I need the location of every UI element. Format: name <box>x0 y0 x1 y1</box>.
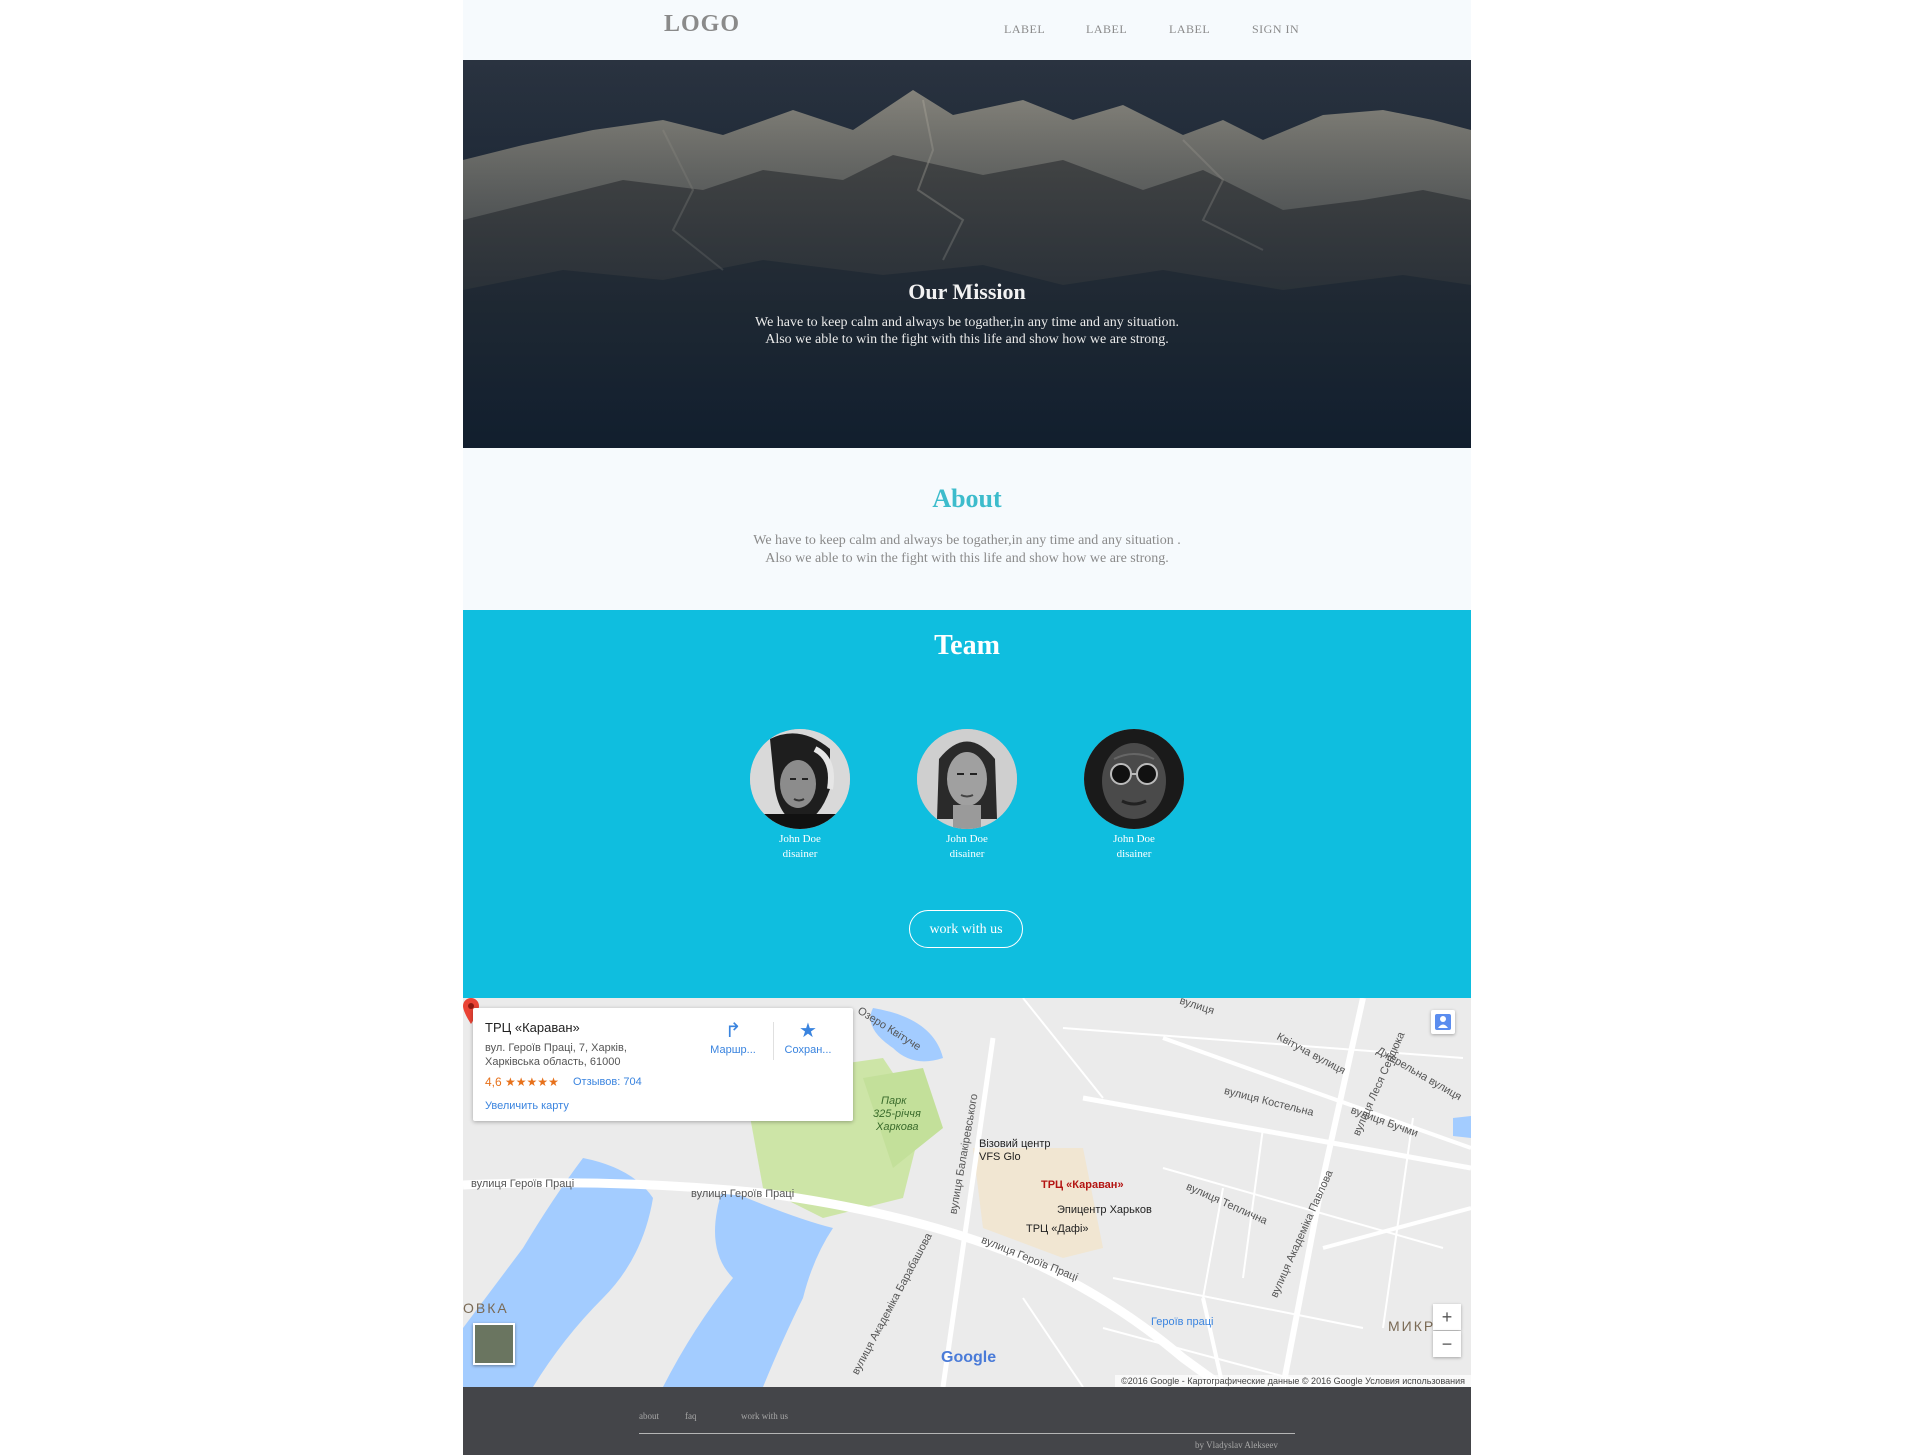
save-label: Сохран... <box>784 1044 832 1056</box>
map-label-poi: VFS Glo <box>979 1151 1021 1163</box>
map-label-district: МИКР <box>1388 1318 1436 1334</box>
work-with-us-button[interactable]: work with us <box>909 910 1023 948</box>
google-logo: Google <box>941 1349 997 1366</box>
nav-sign-in[interactable]: SIGN IN <box>1252 22 1299 37</box>
member-name: John Doe <box>779 833 821 845</box>
reviews-link[interactable]: Отзывов: 704 <box>573 1076 642 1088</box>
map-label-street: вулиця Героїв Праці <box>471 1178 575 1190</box>
map-label-park: 325-річчя <box>873 1108 921 1120</box>
place-name: ТРЦ «Караван» <box>485 1020 580 1035</box>
about-section: About We have to keep calm and always be… <box>463 448 1471 610</box>
nav-label-3[interactable]: LABEL <box>1169 22 1210 37</box>
footer-link-about[interactable]: about <box>639 1411 659 1421</box>
map-label-poi: Візовий центр <box>979 1138 1051 1150</box>
avatar <box>750 729 850 829</box>
rating-value: 4,6 <box>485 1075 502 1089</box>
header: LOGO LABEL LABEL LABEL SIGN IN <box>463 0 1471 60</box>
star-icon: ★ <box>799 1020 817 1042</box>
divider <box>773 1022 774 1060</box>
map-attribution[interactable]: ©2016 Google - Картографические данные ©… <box>1115 1375 1471 1387</box>
avatar <box>917 729 1017 829</box>
footer-link-faq[interactable]: faq <box>685 1411 697 1421</box>
team-member-3: John Doe disainer <box>1074 729 1194 862</box>
google-map[interactable]: вулиця Героїв Праці вулиця Героїв Праці … <box>463 998 1471 1387</box>
team-member-2: John Doe disainer <box>907 729 1027 862</box>
map-label-metro: Героїв праці <box>1151 1316 1214 1328</box>
map-info-window: ТРЦ «Караван» вул. Героїв Праці, 7, Харк… <box>473 1008 853 1121</box>
map-label-marker: ТРЦ «Караван» <box>1041 1179 1124 1191</box>
map-label-park: Харкова <box>876 1121 919 1133</box>
place-address-line-1: вул. Героїв Праці, 7, Харків, <box>485 1042 627 1054</box>
hero-text-line-2: Also we able to win the fight with this … <box>765 332 1169 347</box>
footer-credit: by Vladyslav Alekseev <box>1195 1440 1278 1450</box>
directions-icon: ↱ <box>724 1020 742 1042</box>
footer-link-work-with-us[interactable]: work with us <box>741 1411 788 1421</box>
member-name: John Doe <box>946 833 988 845</box>
rating-stars-icon: ★★★★★ <box>505 1075 559 1089</box>
team-member-1: John Doe disainer <box>740 729 860 862</box>
hero-title: Our Mission <box>908 279 1026 304</box>
nav-label-1[interactable]: LABEL <box>1004 22 1045 37</box>
member-role: disainer <box>1116 848 1152 860</box>
page: LOGO LABEL LABEL LABEL SIGN IN Our Missi… <box>463 0 1471 1455</box>
footer-divider <box>639 1433 1295 1434</box>
enlarge-map-link[interactable]: Увеличить карту <box>485 1100 569 1112</box>
place-address-line-2: Харківська область, 61000 <box>485 1056 621 1068</box>
directions-label: Маршр... <box>710 1044 756 1056</box>
team-title: Team <box>934 630 1000 661</box>
place-rating: 4,6 ★★★★★ <box>485 1075 559 1089</box>
map-label-poi: ТРЦ «Дафі» <box>1026 1223 1089 1235</box>
satellite-toggle-button[interactable] <box>473 1323 515 1365</box>
map-label-park: Парк <box>881 1095 907 1107</box>
portrait-old-man-glasses-icon <box>1084 729 1184 829</box>
save-button[interactable]: ★ Сохран... <box>778 1018 838 1056</box>
team-section: Team John Doe disainer John Doe disainer… <box>463 610 1471 998</box>
mountain-background <box>463 60 1471 448</box>
footer: about faq work with us by Vladyslav Alek… <box>463 1387 1471 1455</box>
portrait-woman-hand-icon <box>750 729 850 829</box>
about-title: About <box>932 484 1002 513</box>
street-view-pegman-icon[interactable] <box>1431 1010 1455 1034</box>
hero-text-line-1: We have to keep calm and always be togat… <box>754 315 1179 330</box>
place-address: вул. Героїв Праці, 7, Харків, Харківська… <box>485 1041 695 1069</box>
map-label-poi: Эпицентр Харьков <box>1057 1204 1152 1216</box>
hero-mission: Our Mission We have to keep calm and alw… <box>463 60 1471 448</box>
nav-label-2[interactable]: LABEL <box>1086 22 1127 37</box>
logo[interactable]: LOGO <box>664 11 740 38</box>
member-role: disainer <box>782 848 818 860</box>
portrait-woman-icon <box>917 729 1017 829</box>
avatar <box>1084 729 1184 829</box>
about-text-line-2: Also we able to win the fight with this … <box>765 551 1169 566</box>
zoom-out-button[interactable]: − <box>1433 1331 1461 1357</box>
zoom-in-button[interactable]: + <box>1433 1304 1461 1330</box>
map-label-street: вулиця Героїв Праці <box>691 1188 795 1200</box>
member-role: disainer <box>949 848 985 860</box>
directions-button[interactable]: ↱ Маршр... <box>703 1018 763 1056</box>
about-text-line-1: We have to keep calm and always be togat… <box>753 533 1181 548</box>
member-name: John Doe <box>1113 833 1155 845</box>
map-label-district: ОВКА <box>463 1300 509 1316</box>
